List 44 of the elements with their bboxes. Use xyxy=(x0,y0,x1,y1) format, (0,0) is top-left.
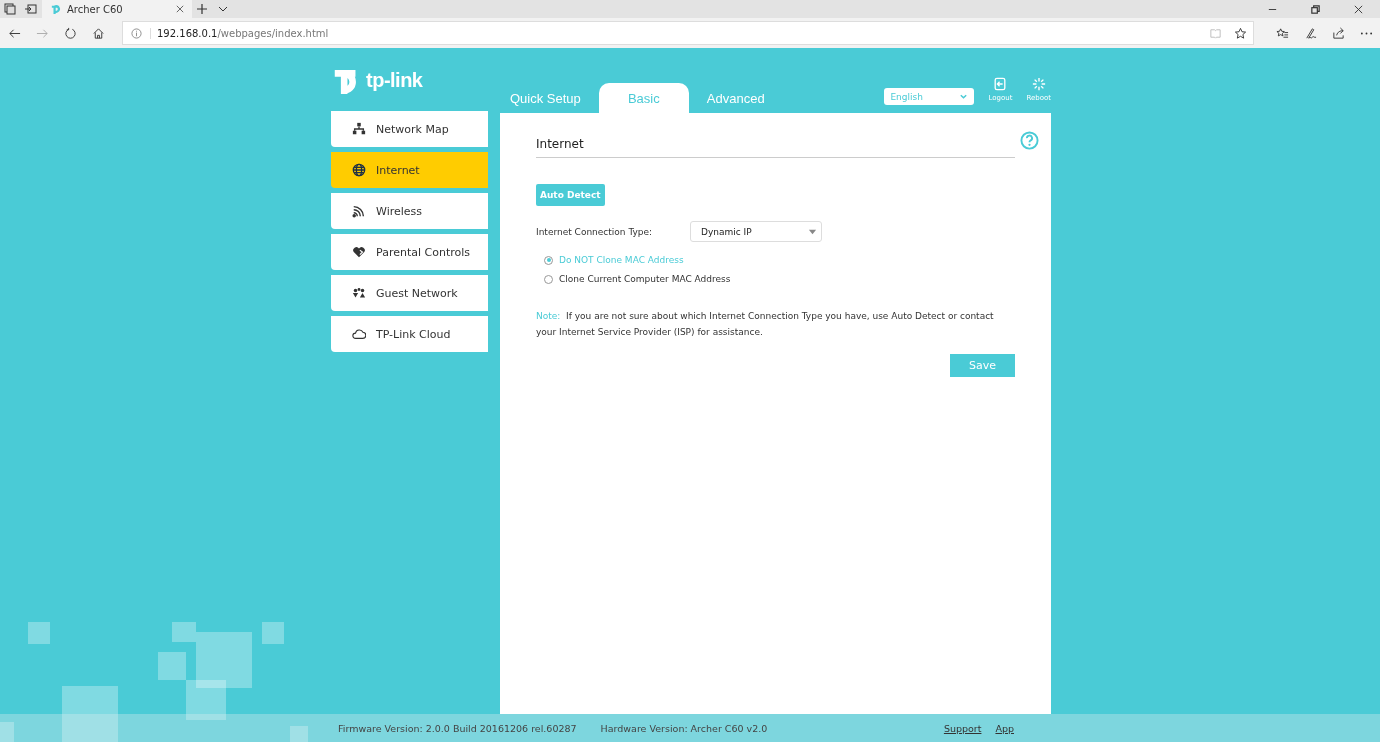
share-icon[interactable] xyxy=(1332,26,1345,40)
radio-button[interactable] xyxy=(544,274,553,284)
sidebar-item[interactable]: Network Map xyxy=(331,111,488,147)
close-icon[interactable] xyxy=(1353,3,1364,15)
note-text: Note: If you are not sure about which Internet Connection Type you have, use Auto Detect or contact your Internet Service Provider (ISP) for assistance. xyxy=(536,310,995,339)
footer-link[interactable]: App xyxy=(995,722,1014,734)
radio-button[interactable] xyxy=(544,255,553,265)
people-icon xyxy=(352,286,366,300)
home-icon[interactable] xyxy=(92,26,105,40)
tab-list-icon[interactable] xyxy=(4,3,16,15)
connection-type-label: Internet Connection Type: xyxy=(536,226,654,237)
firmware-version: Firmware Version: 2.0.0 Build 20161206 rel.60287 xyxy=(338,722,577,734)
set-aside-tabs-icon[interactable] xyxy=(25,3,37,15)
refresh-icon[interactable] xyxy=(64,26,77,40)
globe-icon xyxy=(352,163,366,177)
close-tab-icon[interactable] xyxy=(176,5,184,13)
address-bar[interactable]: 192.168.0.1/webpages/index.html xyxy=(122,21,1254,45)
info-icon[interactable] xyxy=(131,27,142,39)
sidebar-item[interactable]: TP-Link Cloud xyxy=(331,316,488,352)
browser-tab[interactable]: Archer C60 xyxy=(42,0,192,18)
logout-icon xyxy=(993,77,1008,91)
sidebar-item[interactable]: Parental Controls xyxy=(331,234,488,270)
tp-link-logo: tp-link xyxy=(331,54,423,106)
cloud-icon xyxy=(352,327,366,341)
star-icon[interactable] xyxy=(1234,26,1247,40)
restore-icon[interactable] xyxy=(1310,3,1321,15)
chevron-down-icon xyxy=(959,92,969,101)
connection-type-dropdown[interactable]: Dynamic IP xyxy=(690,221,822,242)
heart-icon xyxy=(352,245,366,259)
sidebar-item[interactable]: Internet xyxy=(331,152,488,188)
reboot-icon xyxy=(1031,77,1046,91)
sidebar-item[interactable]: Wireless xyxy=(331,193,488,229)
hardware-version: Hardware Version: Archer C60 v2.0 xyxy=(600,722,768,734)
favicon-icon xyxy=(50,3,61,15)
favorites-icon[interactable] xyxy=(1276,26,1289,40)
section-title: Internet xyxy=(536,137,1015,158)
radio-label[interactable]: Clone Current Computer MAC Address xyxy=(559,274,731,284)
footer-link[interactable]: Support xyxy=(943,722,982,734)
wireless-icon xyxy=(352,204,366,218)
pen-icon[interactable] xyxy=(1304,26,1317,40)
network-map-icon xyxy=(352,122,366,136)
new-tab-icon[interactable] xyxy=(196,3,208,15)
sidebar-item[interactable]: Guest Network xyxy=(331,275,488,311)
triangle-down-icon xyxy=(808,227,817,236)
